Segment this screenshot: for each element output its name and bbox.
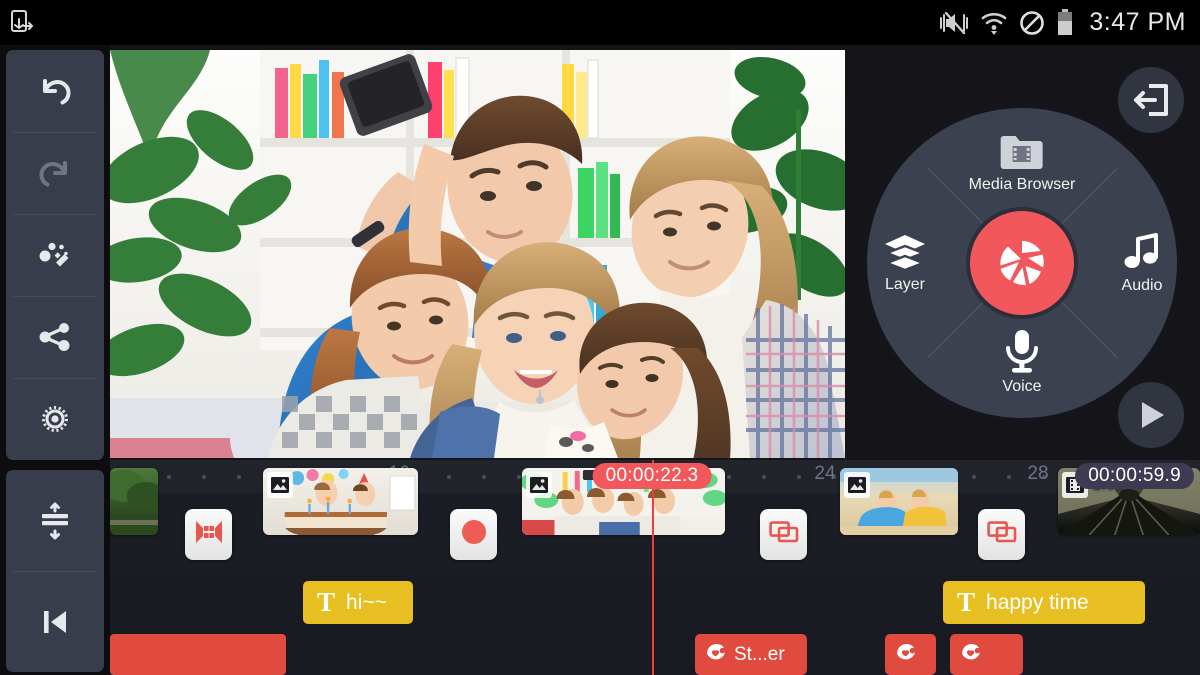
transition-bowtie[interactable] [185,509,232,560]
sticker-clip-3[interactable] [950,634,1023,675]
wifi-icon [982,12,1007,35]
preview-image [110,50,845,458]
skip-previous-icon [44,610,66,633]
sticker-heart-icon [894,641,917,669]
left-toolbar-main-group [6,50,104,460]
image-icon [526,472,552,498]
bowtie-transition-icon [194,519,224,550]
video-preview[interactable] [110,50,845,458]
sticker-heart-icon [959,641,982,669]
media-browser-label: Media Browser [968,176,1076,193]
text-layer-glyph: T [317,587,336,617]
overlap-rects-icon [768,519,799,550]
sd-card-icon [11,9,33,32]
text-layer-happy-time[interactable]: Thappy time [943,581,1145,624]
overlap-rects-icon [986,519,1017,550]
transition-crossdissolve-1[interactable] [760,509,807,560]
fade-circle-icon [460,518,488,551]
text-layer-hi[interactable]: Thi~~ [303,581,413,624]
sticker-clip-2[interactable] [885,634,936,675]
ruler-tick [517,475,521,479]
ruler-tick [972,475,976,479]
effects-button[interactable] [6,214,104,296]
ruler-tick [1007,475,1011,479]
ruler-tick [167,475,171,479]
left-toolbar [0,45,110,675]
ruler-tick [237,475,241,479]
gear-icon [42,406,68,432]
transition-fade[interactable] [450,509,497,560]
voice-button[interactable]: Voice [1002,328,1042,396]
expand-vertical-icon [42,502,68,539]
radial-menu: Media Browser Layer Audio Voice [867,108,1177,418]
exit-icon [1134,84,1168,116]
music-note-icon [1124,233,1158,268]
transition-crossdissolve-2[interactable] [978,509,1025,560]
timeline[interactable]: 16202428 [110,460,1200,675]
redo-button[interactable] [6,132,104,214]
ruler-tick [762,475,766,479]
layer-label: Layer [884,276,926,293]
battery-icon [1058,9,1073,35]
text-layer-glyph: T [957,587,976,617]
layers-icon [883,235,927,272]
camera-shutter-icon [1000,240,1044,286]
ruler-label: 28 [1027,463,1049,484]
ruler-label: 24 [814,463,836,484]
left-toolbar-timeline-group [6,470,104,672]
microphone-icon [1006,330,1038,373]
vibrate-mute-icon [940,11,969,34]
image-icon [267,472,293,498]
exit-button[interactable] [1118,67,1184,133]
expand-timeline-button[interactable] [6,470,104,571]
clip-birthday[interactable] [263,468,418,535]
status-bar-right: 3:47 PM [939,8,1186,37]
sticker-clip-label: St...er [734,643,785,665]
skip-to-start-button[interactable] [6,571,104,672]
status-bar-left [10,9,36,37]
status-bar-clock: 3:47 PM [1089,8,1186,36]
ruler-tick [202,475,206,479]
right-control-panel: Media Browser Layer Audio Voice [845,45,1200,460]
media-browser-button[interactable]: Media Browser [968,132,1076,194]
undo-button[interactable] [6,50,104,132]
video-editor-app: 3:47 PM Media Browser Layer Audio Voice … [0,0,1200,675]
media-folder-icon [1000,136,1043,169]
clip-beach-kids[interactable] [840,468,958,535]
image-icon [844,472,870,498]
audio-clip-1[interactable] [110,634,286,675]
current-time-badge: 00:00:22.3 [592,463,712,489]
share-button[interactable] [6,296,104,378]
play-button[interactable] [1118,382,1184,448]
settings-button[interactable] [6,378,104,460]
total-time-badge: 00:00:59.9 [1075,463,1194,489]
play-icon [1142,402,1164,428]
sticker-heart-icon [704,641,727,669]
do-not-disturb-icon [1020,10,1045,35]
clip-thumbnail [110,468,158,535]
share-icon [39,323,70,351]
status-bar: 3:47 PM [0,0,1200,45]
ruler-tick [797,475,801,479]
magic-wand-icon [39,242,69,267]
text-layer-label: hi~~ [346,590,387,614]
capture-button[interactable] [970,211,1074,315]
ruler-tick [727,475,731,479]
clip-forest[interactable] [110,468,158,535]
undo-icon [43,79,71,105]
ruler-tick [482,475,486,479]
redo-icon [39,161,67,187]
audio-button[interactable]: Audio [1121,231,1163,295]
layer-button[interactable]: Layer [883,232,927,294]
sticker-clip-1[interactable]: St...er [695,634,807,675]
text-layer-label: happy time [986,590,1089,614]
playhead[interactable] [652,460,654,675]
voice-label: Voice [1002,378,1042,395]
ruler-tick [447,475,451,479]
audio-label: Audio [1121,277,1163,294]
